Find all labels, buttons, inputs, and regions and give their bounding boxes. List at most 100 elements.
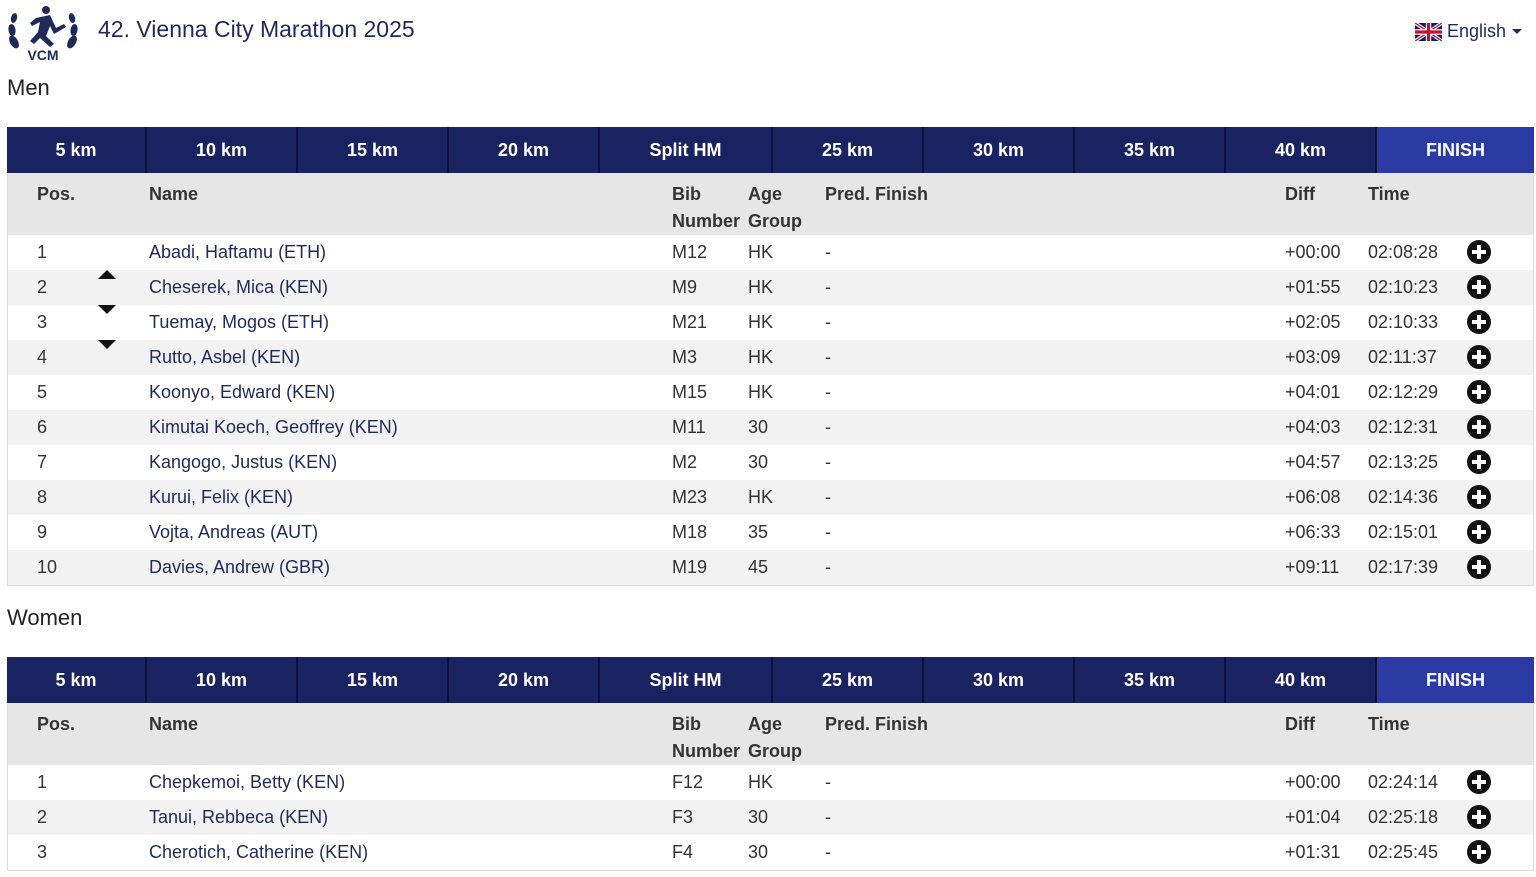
runner-name-link[interactable]: Tanui, Rebbeca (KEN): [149, 800, 328, 835]
expand-details-icon[interactable]: [1467, 805, 1491, 829]
tab-25-km[interactable]: 25 km: [773, 127, 924, 173]
runner-name-link[interactable]: Cheserek, Mica (KEN): [149, 270, 328, 305]
column-header-diff: Diff: [1285, 711, 1315, 738]
time-cell: 02:25:18: [1368, 807, 1439, 827]
men-section-title: Men: [7, 75, 50, 100]
runner-name-link[interactable]: Davies, Andrew (GBR): [149, 550, 330, 585]
column-header-name-label: Name: [149, 714, 199, 734]
language-selector[interactable]: English: [1414, 21, 1522, 42]
tab-20-km[interactable]: 20 km: [449, 657, 600, 703]
runner-name-link[interactable]: Abadi, Haftamu (ETH): [149, 235, 326, 270]
age-group-cell: HK: [748, 347, 774, 367]
results-table-body: 1 Abadi, Haftamu (ETH) M12 HK - +00:00 02:08:2…: [7, 235, 1534, 586]
tab-5-km[interactable]: 5 km: [7, 657, 147, 703]
age-group-cell: 30: [748, 807, 769, 827]
column-header-pos: Pos.: [37, 711, 75, 738]
runner-name-link[interactable]: Vojta, Andreas (AUT): [149, 515, 318, 550]
bib-number-cell: M21: [672, 312, 708, 332]
tab-35-km[interactable]: 35 km: [1075, 657, 1226, 703]
tab-30-km[interactable]: 30 km: [924, 657, 1075, 703]
expand-details-icon[interactable]: [1467, 485, 1491, 509]
runner-name-link[interactable]: Kimutai Koech, Geoffrey (KEN): [149, 410, 398, 445]
column-header-time-label: Time: [1368, 714, 1410, 734]
age-group-cell: 30: [748, 842, 769, 862]
column-header-pos-label: Pos.: [37, 184, 76, 204]
position-cell: 6: [37, 417, 48, 437]
tab-15-km[interactable]: 15 km: [298, 127, 449, 173]
runner-name-link[interactable]: Rutto, Asbel (KEN): [149, 340, 300, 375]
table-row: 4 Rutto, Asbel (KEN) M3 HK - +03:09 02:11:37: [8, 340, 1533, 375]
runner-name-link[interactable]: Cherotich, Catherine (KEN): [149, 835, 368, 870]
tab-35-km[interactable]: 35 km: [1075, 127, 1226, 173]
page-title: 42. Vienna City Marathon 2025: [98, 16, 415, 42]
bib-number-cell: F12: [672, 772, 704, 792]
time-cell: 02:12:29: [1368, 382, 1439, 402]
expand-details-icon[interactable]: [1467, 380, 1491, 404]
column-header-bib-label: Bib: [672, 714, 701, 734]
chevron-down-icon: [1512, 29, 1522, 34]
position-cell: 3: [37, 842, 48, 862]
column-header-age-label: Age: [748, 714, 783, 734]
runner-name-link[interactable]: Kangogo, Justus (KEN): [149, 445, 337, 480]
tab-40-km[interactable]: 40 km: [1226, 127, 1377, 173]
predicted-finish-cell: -: [825, 522, 831, 542]
expand-details-icon[interactable]: [1467, 840, 1491, 864]
vcm-logo[interactable]: VCM: [6, 2, 80, 64]
tab-split-hm[interactable]: Split HM: [600, 127, 773, 173]
bib-number-cell: F4: [672, 842, 694, 862]
age-group-cell: 35: [748, 522, 769, 542]
diff-cell: +02:05: [1285, 312, 1341, 332]
column-header-pred-finish-label: Pred. Finish: [825, 714, 929, 734]
expand-details-icon[interactable]: [1467, 345, 1491, 369]
position-cell: 5: [37, 382, 48, 402]
bib-number-cell: M9: [672, 277, 698, 297]
age-group-cell: HK: [748, 487, 774, 507]
expand-details-icon[interactable]: [1467, 310, 1491, 334]
expand-details-icon[interactable]: [1467, 275, 1491, 299]
bib-number-cell: M11: [672, 417, 706, 437]
tab-finish[interactable]: FINISH: [1377, 657, 1534, 703]
column-header-time: Time: [1368, 711, 1410, 738]
tab-10-km[interactable]: 10 km: [147, 657, 298, 703]
age-group-cell: HK: [748, 312, 774, 332]
column-header-bib-label: Bib: [672, 184, 701, 204]
predicted-finish-cell: -: [825, 557, 831, 577]
expand-details-icon[interactable]: [1467, 520, 1491, 544]
bib-number-cell: M19: [672, 557, 708, 577]
age-group-cell: HK: [748, 277, 774, 297]
expand-details-icon[interactable]: [1467, 415, 1491, 439]
column-header-age-label-line2: Group: [748, 741, 802, 761]
runner-name-link[interactable]: Chepkemoi, Betty (KEN): [149, 765, 345, 800]
expand-details-icon[interactable]: [1467, 450, 1491, 474]
column-header-name: Name: [149, 711, 198, 738]
table-row: 3 Cherotich, Catherine (KEN) F4 30 - +01:31 02…: [8, 835, 1533, 870]
runner-name-link[interactable]: Koonyo, Edward (KEN): [149, 375, 335, 410]
tab-split-hm[interactable]: Split HM: [600, 657, 773, 703]
runner-name-link[interactable]: Kurui, Felix (KEN): [149, 480, 293, 515]
split-tabs: 5 km 10 km 15 km 20 km Split HM 25 km 30 km 35 …: [7, 127, 1534, 173]
bib-number-cell: M12: [672, 242, 708, 262]
column-header-diff-label: Diff: [1285, 184, 1315, 204]
column-header-pred-finish: Pred. Finish: [825, 181, 928, 208]
predicted-finish-cell: -: [825, 242, 831, 262]
tab-20-km[interactable]: 20 km: [449, 127, 600, 173]
diff-cell: +00:00: [1285, 242, 1341, 262]
women-section-title: Women: [7, 605, 83, 630]
predicted-finish-cell: -: [825, 452, 831, 472]
age-group-cell: 45: [748, 557, 769, 577]
expand-details-icon[interactable]: [1467, 555, 1491, 579]
table-row: 10 Davies, Andrew (GBR) M19 45 - +09:11 02:17:…: [8, 550, 1533, 585]
men-results: 5 km 10 km 15 km 20 km Split HM 25 km 30 km 35 …: [7, 127, 1534, 586]
diff-cell: +09:11: [1285, 557, 1340, 577]
expand-details-icon[interactable]: [1467, 240, 1491, 264]
expand-details-icon[interactable]: [1467, 770, 1491, 794]
tab-25-km[interactable]: 25 km: [773, 657, 924, 703]
runner-name-link[interactable]: Tuemay, Mogos (ETH): [149, 305, 329, 340]
tab-10-km[interactable]: 10 km: [147, 127, 298, 173]
tab-finish[interactable]: FINISH: [1377, 127, 1534, 173]
tab-40-km[interactable]: 40 km: [1226, 657, 1377, 703]
tab-30-km[interactable]: 30 km: [924, 127, 1075, 173]
tab-5-km[interactable]: 5 km: [7, 127, 147, 173]
women-results: 5 km 10 km 15 km 20 km Split HM 25 km 30 km 35 …: [7, 657, 1534, 871]
tab-15-km[interactable]: 15 km: [298, 657, 449, 703]
